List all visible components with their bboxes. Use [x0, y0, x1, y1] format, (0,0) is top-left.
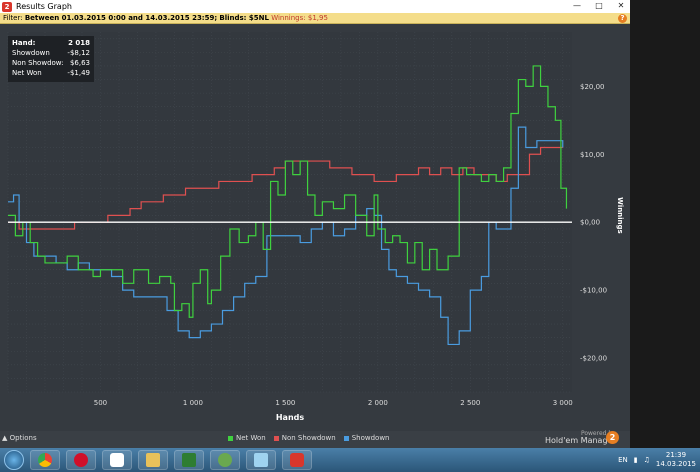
window-title: Results Graph — [16, 2, 72, 11]
taskbar-chrome[interactable] — [30, 450, 60, 470]
language-indicator[interactable]: EN — [618, 456, 628, 464]
y-tick-label: $20,00 — [580, 83, 605, 91]
y-axis-label: Winnings — [616, 197, 624, 234]
stat-netwon-value: -$1,49 — [67, 69, 90, 77]
filter-prefix: Filter: — [3, 14, 23, 22]
taskbar-holdem-manager[interactable] — [282, 450, 312, 470]
plot-background — [8, 32, 572, 392]
stat-nonshowdown-label: Non Showdow: — [12, 59, 64, 67]
folder-icon — [146, 453, 160, 467]
utorrent-icon — [218, 453, 232, 467]
background-desktop — [630, 0, 700, 448]
legend-item-showdown[interactable]: Showdown — [343, 434, 390, 442]
stat-nonshowdown-value: $6,63 — [69, 59, 90, 67]
stat-netwon-label: Net Won — [12, 69, 42, 77]
clock[interactable]: 21:39 14.03.2015 — [656, 451, 696, 469]
legend-label-showdown: Showdown — [351, 434, 390, 442]
legend-item-nonshowdown[interactable]: Non Showdown — [273, 434, 336, 442]
filter-winnings: Winnings: $1,95 — [271, 14, 328, 22]
y-tick-label: $10,00 — [580, 151, 605, 159]
stat-row-showdown: Showdown -$8,12 — [12, 48, 90, 58]
x-tick-label: 1 500 — [275, 399, 295, 407]
holdem-manager-icon — [290, 453, 304, 467]
stat-showdown-value: -$8,12 — [67, 49, 90, 57]
taskbar-chart-app[interactable] — [174, 450, 204, 470]
options-label: Options — [9, 434, 37, 442]
filter-blinds: Blinds: $5NL — [219, 14, 269, 22]
taskbar-utorrent[interactable] — [210, 450, 240, 470]
legend-item-netwon[interactable]: Net Won — [228, 434, 266, 442]
stat-row-nonshowdown: Non Showdow: $6,63 — [12, 58, 90, 68]
player-icon — [110, 453, 124, 467]
y-tick-label: -$10,00 — [580, 287, 607, 295]
taskbar-explorer[interactable] — [138, 450, 168, 470]
system-tray: EN ▮ ♫ 21:39 14.03.2015 — [618, 448, 696, 472]
help-icon[interactable]: ? — [618, 14, 627, 23]
clock-time: 21:39 — [665, 451, 687, 459]
close-icon[interactable]: ✕ — [614, 1, 628, 10]
legend-label-nonshowdown: Non Showdown — [281, 434, 336, 442]
filter-range: Between 01.03.2015 0:00 and 14.03.2015 2… — [24, 14, 218, 22]
chart-legend: Net Won Non Showdown Showdown — [228, 434, 390, 442]
stat-hand-label: Hand: — [12, 39, 36, 47]
clock-date: 14.03.2015 — [655, 460, 696, 468]
opera-icon — [74, 453, 88, 467]
window-controls: — □ ✕ — [570, 1, 628, 10]
chrome-icon — [38, 453, 52, 467]
caret-up-icon: ▲ — [2, 434, 10, 442]
hm-logo-icon: 2 — [606, 431, 619, 444]
legend-label-netwon: Net Won — [236, 434, 266, 442]
stat-row-netwon: Net Won -$1,49 — [12, 68, 90, 78]
x-tick-label: 2 500 — [460, 399, 480, 407]
options-button[interactable]: ▲ Options — [2, 434, 37, 442]
legend-swatch-netwon — [228, 435, 233, 441]
taskbar-opera[interactable] — [66, 450, 96, 470]
legend-swatch-nonshowdown — [273, 435, 279, 441]
stat-hand-value: 2 018 — [68, 39, 90, 47]
taskbar: EN ▮ ♫ 21:39 14.03.2015 — [0, 448, 700, 472]
start-button-icon[interactable] — [4, 450, 24, 470]
results-chart: 500 1 000 1 500 2 000 2 500 3 000 $20,00 $10,00… — [7, 32, 624, 422]
legend-swatch-showdown — [343, 435, 349, 441]
x-tick-label: 2 000 — [368, 399, 388, 407]
volume-icon[interactable]: ♫ — [644, 456, 650, 464]
notes-icon — [254, 453, 268, 467]
taskbar-player[interactable] — [102, 450, 132, 470]
x-tick-label: 1 000 — [183, 399, 203, 407]
maximize-icon[interactable]: □ — [592, 1, 606, 10]
x-axis-label: Hands — [276, 413, 305, 422]
y-tick-label: -$20,00 — [580, 355, 607, 363]
y-tick-label: $0,00 — [580, 219, 600, 227]
minimize-icon[interactable]: — — [570, 1, 584, 10]
stat-showdown-label: Showdown — [12, 49, 50, 57]
network-icon[interactable]: ▮ — [634, 456, 638, 464]
taskbar-notes[interactable] — [246, 450, 276, 470]
filter-bar[interactable]: Filter: Between 01.03.2015 0:00 and 14.0… — [0, 13, 630, 24]
results-graph-window: 2 Results Graph — □ ✕ Filter: Between 01… — [0, 0, 630, 448]
stats-box: Hand: 2 018 Showdown -$8,12 Non Showdow:… — [8, 36, 94, 82]
app-icon: 2 — [2, 1, 12, 12]
graph-area: 500 1 000 1 500 2 000 2 500 3 000 $20,00 $10,00… — [0, 24, 630, 431]
title-bar: 2 Results Graph — □ ✕ — [0, 0, 630, 13]
chart-app-icon — [182, 453, 196, 467]
x-tick-label: 500 — [94, 399, 107, 407]
x-tick-label: 3 000 — [553, 399, 573, 407]
stat-row-hand: Hand: 2 018 — [12, 38, 90, 48]
